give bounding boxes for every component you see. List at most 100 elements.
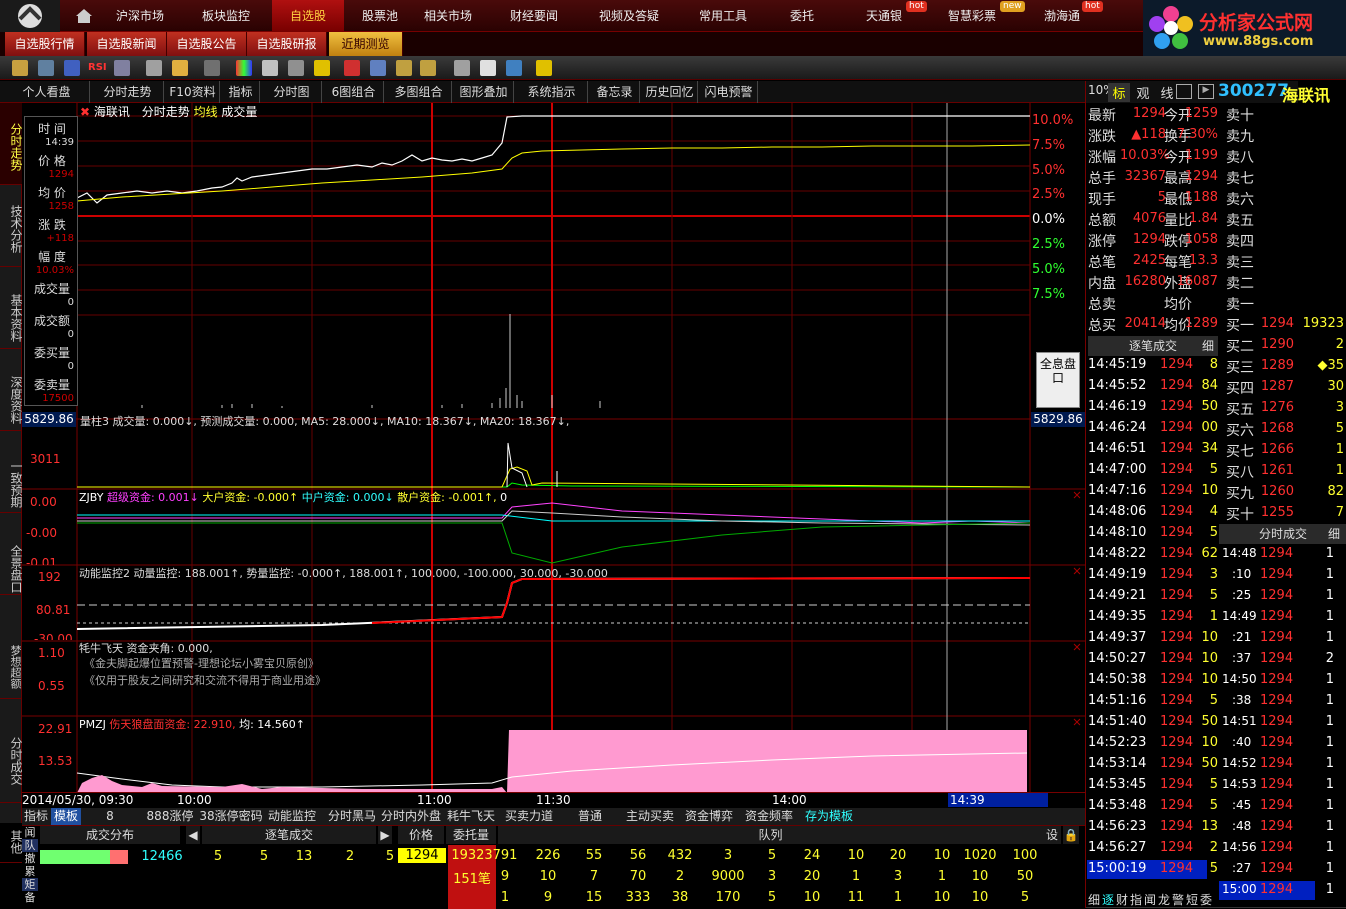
vtab-consensus[interactable]: 一致预期 <box>0 431 23 513</box>
window-icon[interactable] <box>370 60 386 76</box>
btn-personal[interactable]: 个人看盘 <box>4 81 90 103</box>
full-info-button[interactable]: 全息盘口 <box>1036 352 1080 408</box>
move-icon[interactable] <box>146 60 162 76</box>
open-icon[interactable] <box>12 60 28 76</box>
btab-8[interactable]: 8 <box>98 808 122 825</box>
btn-timeshare[interactable]: 分时走势 <box>92 81 164 103</box>
note-icon[interactable] <box>480 60 496 76</box>
nav-watchlist[interactable]: 自选股 <box>272 0 344 32</box>
subtab-news[interactable]: 自选股新闻 <box>87 32 167 56</box>
home-icon[interactable] <box>70 0 98 32</box>
btab-inout[interactable]: 分时内外盘 <box>380 808 442 825</box>
qtab[interactable]: 队 <box>22 839 38 852</box>
btn-history[interactable]: 历史回忆 <box>642 81 698 103</box>
vtab-timeshare[interactable]: 分时走势 <box>0 103 23 185</box>
btn-multichart[interactable]: 多图组合 <box>386 81 452 103</box>
nav-stock-pool[interactable]: 股票池 <box>350 0 410 32</box>
btn-indicator[interactable]: 指标 <box>222 81 260 103</box>
ratio-tab[interactable]: 标 <box>1108 83 1130 102</box>
ruler-icon[interactable] <box>396 60 412 76</box>
nav-hs-market[interactable]: 沪深市场 <box>100 0 180 32</box>
window-icon[interactable] <box>1176 84 1192 99</box>
table-icon[interactable] <box>454 60 470 76</box>
ratio-tab[interactable]: 观 <box>1132 83 1154 102</box>
nav-sector-monitor[interactable]: 板块监控 <box>186 0 266 32</box>
btn-6chart[interactable]: 6图组合 <box>324 81 384 103</box>
rsi-icon[interactable]: RSI <box>88 60 108 76</box>
draw-icon[interactable] <box>172 60 188 76</box>
star-icon[interactable] <box>536 60 552 76</box>
tick-detail-btn[interactable]: 细 <box>1198 336 1218 356</box>
btn-overlay[interactable]: 图形叠加 <box>454 81 514 103</box>
btn-system-ind[interactable]: 系统指示 <box>516 81 588 103</box>
alert-icon[interactable] <box>344 60 360 76</box>
btab-freq[interactable]: 资金频率 <box>742 808 796 825</box>
right-bottom-tab[interactable]: 逐 <box>1102 891 1116 908</box>
right-bottom-tab[interactable]: 指 <box>1130 891 1144 908</box>
btab-38[interactable]: 38涨停密码 <box>197 808 265 825</box>
chart-area[interactable] <box>22 103 1085 808</box>
nav-entrust[interactable]: 委托 <box>774 0 830 32</box>
prev-arrow-icon[interactable]: ◀ <box>186 826 200 844</box>
angle-icon[interactable] <box>420 60 436 76</box>
right-bottom-tab[interactable]: 龙 <box>1158 891 1172 908</box>
nav-related-market[interactable]: 相关市场 <box>416 0 480 32</box>
vtab-time-deal[interactable]: 分时成交 <box>0 699 23 803</box>
nav-lottery[interactable]: 智慧彩票 <box>942 0 1002 32</box>
btn-f10[interactable]: F10资料 <box>166 81 220 103</box>
qtab[interactable]: 备 <box>22 891 38 904</box>
color-icon[interactable] <box>236 60 252 76</box>
vtab-panorama[interactable]: 全景盘口 <box>0 513 23 595</box>
nav-bohaitong[interactable]: 渤海通 <box>1036 0 1088 32</box>
right-bottom-tab[interactable]: 短 <box>1186 891 1200 908</box>
vtab-depth[interactable]: 深度资料 <box>0 349 23 431</box>
btab-darkhorse[interactable]: 分时黑马 <box>325 808 379 825</box>
right-bottom-tab[interactable]: 警 <box>1172 891 1186 908</box>
btab-save-template[interactable]: 存为模板 <box>802 808 856 825</box>
subtab-quotes[interactable]: 自选股行情 <box>5 32 85 56</box>
diamond-icon[interactable] <box>262 60 278 76</box>
qtab[interactable]: 闻 <box>22 826 38 839</box>
next-arrow-icon[interactable]: ▶ <box>378 826 392 844</box>
brand-banner[interactable]: 分析家公式网 www.88gs.com <box>1143 0 1346 56</box>
trend-icon[interactable] <box>506 60 522 76</box>
grid-icon[interactable] <box>64 60 80 76</box>
btab-active[interactable]: 主动买卖 <box>623 808 677 825</box>
app-logo[interactable] <box>0 0 60 32</box>
close-icon[interactable]: ✖ <box>80 105 90 119</box>
subtab-recent[interactable]: 近期测览 <box>329 32 403 56</box>
subtab-research[interactable]: 自选股研报 <box>247 32 327 56</box>
btn-flash-alert[interactable]: 闪电预警 <box>700 81 758 103</box>
bell-icon[interactable] <box>314 60 330 76</box>
btn-memo[interactable]: 备忘录 <box>590 81 640 103</box>
qtab[interactable]: 累 <box>22 865 38 878</box>
btab-momentum[interactable]: 动能监控 <box>266 808 318 825</box>
qtab[interactable]: 撤 <box>22 852 38 865</box>
play-icon[interactable]: ▶ <box>1198 84 1214 99</box>
nav-video-qa[interactable]: 视频及答疑 <box>584 0 674 32</box>
nav-finance-news[interactable]: 财经要闻 <box>496 0 572 32</box>
right-bottom-tab[interactable]: 委 <box>1200 891 1214 908</box>
right-bottom-tab[interactable]: 闻 <box>1144 891 1158 908</box>
btab-normal[interactable]: 普通 <box>570 808 610 825</box>
btn-timechart[interactable]: 分时图 <box>262 81 322 103</box>
vtab-dream[interactable]: 梦想超额 <box>0 595 22 699</box>
settings-button[interactable]: 设 <box>1043 826 1061 844</box>
right-bottom-tab[interactable]: 细 <box>1088 891 1102 908</box>
chart-icon[interactable] <box>38 60 54 76</box>
adjust-icon[interactable] <box>204 60 220 76</box>
calc-icon[interactable] <box>288 60 304 76</box>
qtab[interactable]: 矩 <box>22 878 38 891</box>
right-bottom-tab[interactable]: 财 <box>1116 891 1130 908</box>
nav-tiantongyin[interactable]: 天通银 <box>856 0 912 32</box>
lock-icon[interactable]: 🔒 <box>1063 826 1079 844</box>
nav-tools[interactable]: 常用工具 <box>688 0 758 32</box>
minute-detail-btn[interactable]: 细 <box>1324 524 1344 544</box>
kline-icon[interactable] <box>114 60 130 76</box>
subtab-announce[interactable]: 自选股公告 <box>167 32 247 56</box>
vtab-basic[interactable]: 基本资料 <box>0 267 23 349</box>
vtab-other[interactable]: 其他 <box>0 803 23 863</box>
btab-888[interactable]: 888涨停 <box>144 808 196 825</box>
btab-indicator[interactable]: 指标 <box>22 808 50 825</box>
btab-force[interactable]: 买卖力道 <box>503 808 555 825</box>
